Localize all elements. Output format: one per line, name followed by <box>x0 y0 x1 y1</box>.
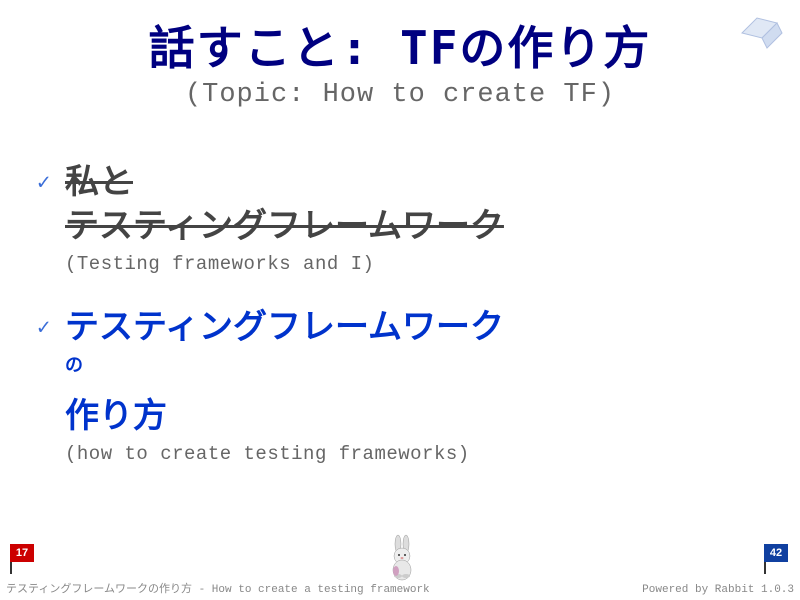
current-page-flag: 17 <box>10 544 36 572</box>
agenda-item-2-sub: (how to create testing frameworks) <box>65 443 760 465</box>
agenda-item-1-text: 私と テスティングフレームワーク <box>65 160 760 248</box>
check-icon: ✓ <box>37 170 50 196</box>
footer-powered-by: Powered by Rabbit 1.0.3 <box>642 584 794 596</box>
total-pages-number: 42 <box>764 544 788 562</box>
slide-subtitle: (Topic: How to create TF) <box>0 80 800 110</box>
current-page-number: 17 <box>10 544 34 562</box>
slide-title: 話すこと: TFの作り方 <box>0 12 800 78</box>
agenda-item-1: ✓ 私と テスティングフレームワーク (Testing frameworks a… <box>65 160 760 275</box>
slide-content: ✓ 私と テスティングフレームワーク (Testing frameworks a… <box>0 110 800 465</box>
footer-title: テスティングフレームワークの作り方 - How to create a test… <box>6 580 430 596</box>
check-icon: ✓ <box>37 315 50 341</box>
total-pages-flag: 42 <box>764 544 790 572</box>
agenda-item-1-sub: (Testing frameworks and I) <box>65 253 760 275</box>
rabbit-icon <box>380 534 420 582</box>
agenda-item-2: ✓ テスティングフレームワーク の 作り方 (how to create tes… <box>65 305 760 465</box>
agenda-item-2-text: テスティングフレームワーク の 作り方 <box>65 305 760 438</box>
corner-decoration <box>732 8 792 53</box>
slide-header: 話すこと: TFの作り方 (Topic: How to create TF) <box>0 0 800 110</box>
slide-footer: 17 42 テスティングフレームワークの作り方 - How to create … <box>0 540 800 600</box>
